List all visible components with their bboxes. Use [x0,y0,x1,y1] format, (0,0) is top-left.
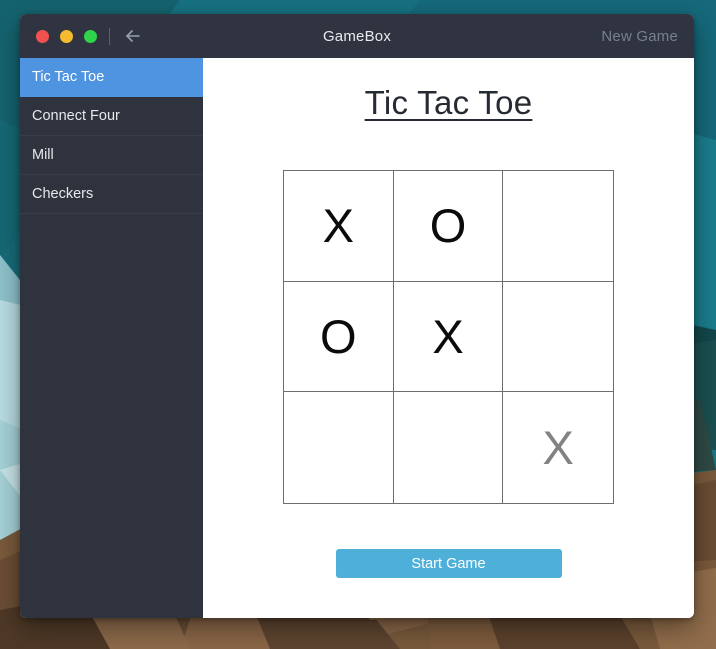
new-game-button[interactable]: New Game [601,28,678,45]
board-cell-0-1[interactable]: O [393,171,504,282]
maximize-window-button[interactable] [84,29,97,43]
board-cell-1-0[interactable]: O [284,281,394,393]
window-body: Tic Tac Toe Connect Four Mill Checkers T… [20,58,694,618]
main-content: Tic Tac Toe X O O X X Start Game [203,58,694,618]
titlebar-divider [109,27,110,45]
sidebar-item-tic-tac-toe[interactable]: Tic Tac Toe [20,58,203,97]
board-cell-2-2[interactable]: X [503,392,613,503]
close-window-button[interactable] [36,29,49,43]
sidebar: Tic Tac Toe Connect Four Mill Checkers [20,58,203,618]
sidebar-empty-space [20,214,203,618]
back-arrow-glyph [126,30,140,42]
board-cell-2-0[interactable] [284,392,394,504]
board-cell-0-0[interactable]: X [284,171,394,282]
minimize-window-button[interactable] [60,29,73,43]
board-cell-1-1[interactable]: X [393,281,504,393]
window-title: GameBox [322,27,392,45]
sidebar-item-label: Mill [32,147,54,163]
window-titlebar: GameBox New Game [20,14,694,58]
sidebar-item-label: Tic Tac Toe [32,69,105,85]
start-button-row: Start Game [203,549,694,579]
sidebar-item-label: Connect Four [32,108,120,124]
tic-tac-toe-board: X O O X X [283,170,614,505]
sidebar-item-mill[interactable]: Mill [20,136,203,175]
window-controls [36,29,97,43]
board-cell-1-2[interactable] [503,282,613,393]
sidebar-item-checkers[interactable]: Checkers [20,175,203,214]
sidebar-item-connect-four[interactable]: Connect Four [20,97,203,136]
back-arrow-icon[interactable] [123,26,143,46]
board-cell-0-2[interactable] [503,171,613,282]
sidebar-item-label: Checkers [32,186,94,202]
start-game-button[interactable]: Start Game [335,549,562,579]
page-title: Tic Tac Toe [364,84,533,121]
application-window: GameBox New Game Tic Tac Toe Connect Fou… [20,14,694,618]
board-cell-2-1[interactable] [394,392,504,504]
